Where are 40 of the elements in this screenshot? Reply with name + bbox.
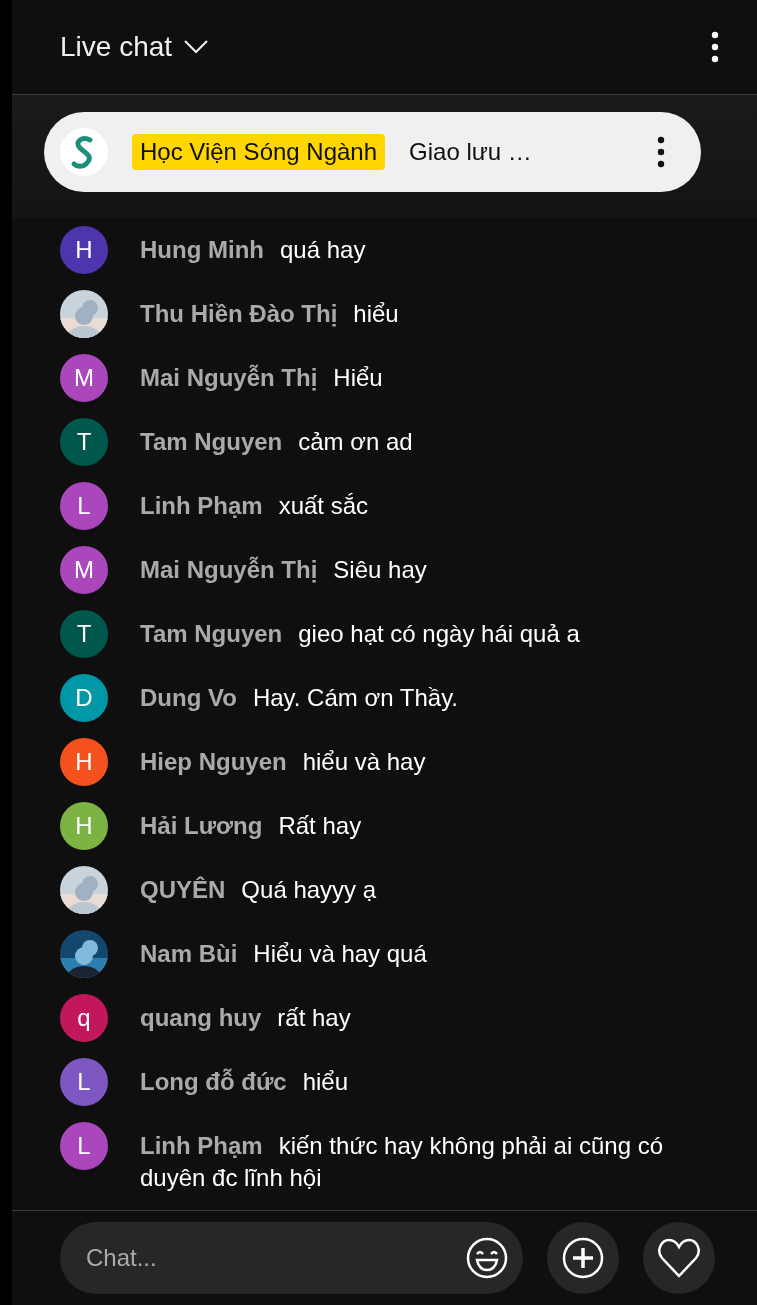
pinned-message[interactable]: Học Viện Sóng Ngành Giao lưu … — [44, 111, 701, 192]
chevron-down-icon[interactable] — [184, 39, 209, 54]
chat-message: QUYÊN Quá hayyy ạ — [140, 874, 377, 905]
heart-icon — [657, 1237, 701, 1278]
avatar: M — [60, 545, 108, 594]
chat-field[interactable]: Chat... — [60, 1221, 523, 1294]
avatar: M — [60, 353, 108, 402]
chat-message: Thu Hiền Đào Thị hiểu — [140, 298, 399, 329]
chat-message: Hung Minh quá hay — [140, 234, 366, 265]
chat-message: Nam Bùi Hiểu và hay quá — [140, 938, 427, 969]
avatar: H — [60, 225, 108, 274]
avatar: T — [60, 417, 108, 466]
more-icon[interactable] — [657, 135, 665, 168]
chat-message: Linh Phạm xuất sắc — [140, 490, 369, 521]
chat-message: Hiep Nguyen hiểu và hay — [140, 746, 426, 777]
pinned-text: Giao lưu … — [409, 137, 532, 166]
logo-icon — [60, 127, 108, 176]
chat-message: Dung Vo Hay. Cám ơn Thầy. — [140, 682, 458, 713]
avatar: H — [60, 801, 108, 850]
emoji-icon[interactable] — [465, 1235, 509, 1280]
avatar: L — [60, 1121, 108, 1170]
chat-message: Tam Nguyen gieo hạt có ngày hái quả a — [140, 618, 580, 649]
avatar: L — [60, 481, 108, 530]
chat-title: Live chat — [60, 30, 173, 63]
chat-message: Linh Phạm kiến thức hay không phải ai cũng có duyên đc lĩnh hội — [140, 1130, 664, 1193]
chat-message: Mai Nguyễn Thị Hiểu — [140, 362, 383, 393]
avatar: H — [60, 737, 108, 786]
chat-message: Tam Nguyen cảm ơn ad — [140, 426, 413, 457]
chat-message: Mai Nguyễn Thị Siêu hay — [140, 554, 427, 585]
chat-message: Hải Lương Rất hay — [140, 810, 362, 841]
plus-icon — [562, 1236, 604, 1279]
channel-badge: Học Viện Sóng Ngành — [132, 133, 386, 170]
avatar: q — [60, 993, 108, 1042]
avatar: L — [60, 1057, 108, 1106]
chat-message: Long đỗ đức hiểu — [140, 1066, 349, 1097]
more-icon[interactable] — [711, 30, 719, 63]
chat-message: quang huy rất hay — [140, 1002, 351, 1033]
avatar: T — [60, 609, 108, 658]
chat-input[interactable]: Chat... — [84, 1242, 465, 1273]
avatar: D — [60, 673, 108, 722]
